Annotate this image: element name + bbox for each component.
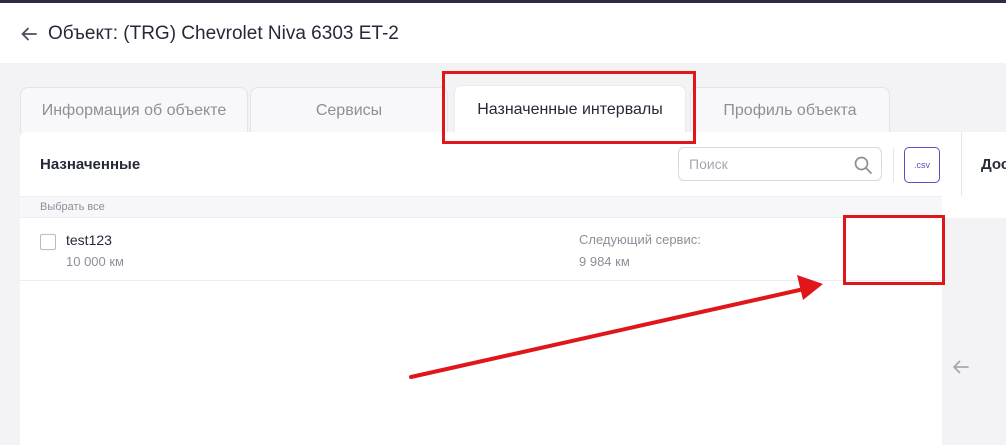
toolbar-divider <box>893 148 894 182</box>
item-name: test123 <box>66 232 112 248</box>
page-header: Объект: (TRG) Chevrolet Niva 6303 ET-2 <box>0 3 1006 63</box>
next-service-value: 9 984 км <box>579 254 630 269</box>
tab-services[interactable]: Сервисы <box>250 87 448 133</box>
csv-export-button[interactable]: .csv <box>904 147 940 183</box>
tab-assigned-intervals[interactable]: Назначенные интервалы <box>454 85 686 133</box>
tab-object-profile[interactable]: Профиль объекта <box>690 87 890 133</box>
list-item[interactable]: test123 10 000 км Следующий сервис: 9 98… <box>20 218 942 281</box>
item-interval: 10 000 км <box>66 254 124 269</box>
page-title: Объект: (TRG) Chevrolet Niva 6303 ET-2 <box>48 23 399 44</box>
available-column-title: Дос <box>981 156 1006 173</box>
select-all-row: Выбрать все <box>20 196 942 218</box>
column-divider <box>961 132 962 196</box>
back-arrow-icon[interactable] <box>20 25 38 43</box>
assigned-intervals-panel: Назначенные .csv Дос Выбрать все test123… <box>20 132 1006 445</box>
search-box[interactable] <box>678 147 882 181</box>
search-icon[interactable] <box>853 155 873 175</box>
move-left-arrow-icon[interactable] <box>951 357 971 377</box>
transfer-controls-strip <box>942 218 1006 445</box>
item-checkbox[interactable] <box>40 234 56 250</box>
panel-title: Назначенные <box>40 156 141 173</box>
next-service-label: Следующий сервис: <box>579 232 701 247</box>
search-input[interactable] <box>689 154 849 174</box>
tab-object-info[interactable]: Информация об объекте <box>20 87 248 133</box>
select-all-link[interactable]: Выбрать все <box>40 201 105 213</box>
